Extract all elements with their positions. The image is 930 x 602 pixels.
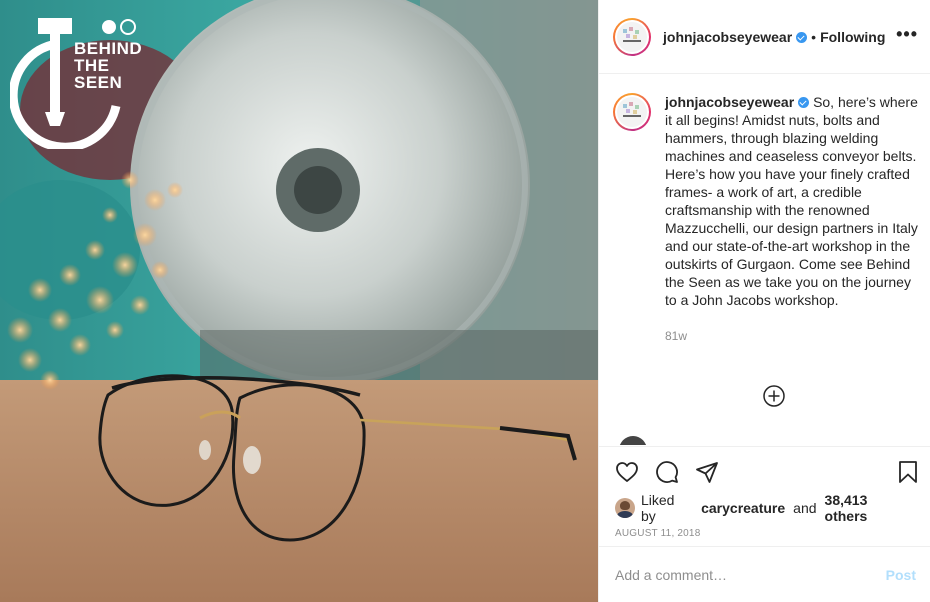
action-bar bbox=[599, 447, 930, 497]
comment-icon[interactable] bbox=[655, 460, 679, 484]
post-sidebar: johnjacobseyewear • Following ••• johnja… bbox=[598, 0, 930, 602]
comments-area: johnjacobseyewear So, here’s where it al… bbox=[599, 75, 930, 445]
bookmark-icon[interactable] bbox=[896, 460, 920, 484]
post-actions-section: Liked by carycreature and 38,413 others … bbox=[599, 446, 930, 549]
post-comment-button[interactable]: Post bbox=[886, 567, 916, 583]
caption-body: johnjacobseyewear So, here’s where it al… bbox=[665, 93, 918, 345]
post-media[interactable]: BEHIND THE SEEN bbox=[0, 0, 598, 602]
likes-conj: and bbox=[793, 500, 817, 516]
behind-the-seen-logo: BEHIND THE SEEN bbox=[10, 14, 150, 149]
liker-avatar[interactable] bbox=[615, 498, 635, 518]
caption: johnjacobseyewear So, here’s where it al… bbox=[599, 75, 930, 345]
caption-time[interactable]: 81w bbox=[665, 327, 918, 345]
load-more-comments-icon[interactable] bbox=[762, 384, 786, 408]
liker-username[interactable]: carycreature bbox=[701, 500, 785, 516]
more-horizontal-icon[interactable]: ••• bbox=[896, 25, 918, 45]
likes-count-button[interactable]: 38,413 others bbox=[825, 492, 914, 524]
comment-form: Post bbox=[599, 546, 930, 602]
likes-summary: Liked by carycreature and 38,413 others bbox=[599, 492, 930, 524]
caption-username[interactable]: johnjacobseyewear bbox=[665, 94, 794, 110]
post-header: johnjacobseyewear • Following ••• bbox=[599, 0, 930, 74]
profile-logo-icon bbox=[617, 97, 647, 127]
caption-text: So, here’s where it all begins! Amidst n… bbox=[665, 94, 918, 308]
likes-prefix: Liked by bbox=[640, 492, 675, 524]
separator: • bbox=[811, 28, 817, 45]
profile-logo-icon bbox=[617, 21, 647, 52]
caption-avatar[interactable] bbox=[613, 93, 651, 131]
heart-icon[interactable] bbox=[615, 460, 639, 484]
comment-input[interactable] bbox=[615, 566, 886, 583]
comment-avatar[interactable] bbox=[619, 436, 647, 445]
share-icon[interactable] bbox=[695, 460, 719, 484]
verified-badge-icon bbox=[798, 97, 810, 108]
avatar[interactable] bbox=[613, 17, 651, 56]
following-button[interactable]: Following bbox=[820, 29, 885, 45]
header-username[interactable]: johnjacobseyewear bbox=[663, 29, 792, 45]
verified-badge-icon bbox=[796, 32, 808, 43]
brand-text: BEHIND THE SEEN bbox=[74, 39, 143, 92]
